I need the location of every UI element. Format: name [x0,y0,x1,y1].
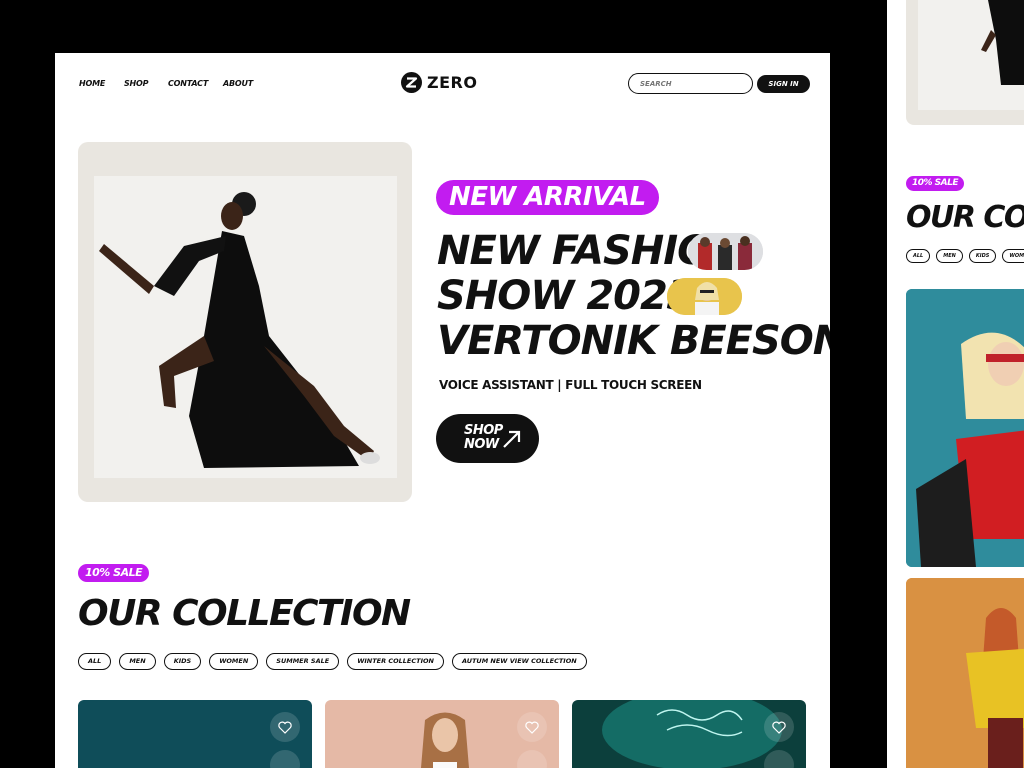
logo-text: ZERO [427,73,478,92]
nav-shop-link[interactable]: SHOP [124,79,149,88]
filter-chip-autum-collection[interactable]: AUTUM NEW VIEW COLLECTION [451,653,587,670]
side-collection-title: OUR COLL [906,200,1024,235]
hero-pill-photo-group [688,233,763,270]
side-preview-page: 10% SALE OUR COLL ALL MEN KIDS WOME [887,0,1024,768]
filter-chip-winter-collection[interactable]: WINTER COLLECTION [347,653,444,670]
filter-chip-men[interactable]: MEN [119,653,156,670]
bag-icon[interactable] [270,750,300,768]
side-filter-chip-all[interactable]: ALL [906,249,931,263]
product-card[interactable] [572,700,806,768]
filter-chip-kids[interactable]: KIDS [163,653,202,670]
nav-about-link[interactable]: ABOUT [223,79,253,88]
heart-icon[interactable] [270,712,300,742]
filter-chip-women[interactable]: WOMEN [209,653,259,670]
product-card[interactable] [78,700,312,768]
nav-contact-link[interactable]: CONTACT [168,79,208,88]
new-arrival-badge: NEW ARRIVAL [436,180,659,215]
side-sale-badge: 10% SALE [906,176,965,191]
heart-icon[interactable] [517,712,547,742]
collection-title: OUR COLLECTION [78,593,411,634]
shop-now-label: SHOP NOW [464,423,503,452]
side-filter-chip-kids[interactable]: KIDS [968,249,997,263]
search-input[interactable] [628,73,753,94]
hero-headline-line-3: VERTONIK BEESON. [437,318,830,364]
side-product-photo[interactable] [906,578,1024,768]
hero-photo [94,176,397,478]
filter-chip-summer-sale[interactable]: SUMMER SALE [266,653,340,670]
nav-home-link[interactable]: HOME [79,79,105,88]
logo-mark-icon [401,72,422,93]
side-hero-photo [906,0,1024,125]
hero-image-card [78,142,412,502]
hero-pill-photo-portrait [667,278,742,315]
sign-in-button[interactable]: SIGN IN [757,75,810,93]
heart-icon[interactable] [764,712,794,742]
shop-now-button[interactable]: SHOP NOW [436,414,539,463]
hero-headline-line-2: SHOW 2023 [437,273,695,319]
product-card[interactable] [325,700,559,768]
hero-subtitle: VOICE ASSISTANT | FULL TOUCH SCREEN [439,378,702,392]
sale-badge: 10% SALE [78,564,150,582]
filter-chip-all[interactable]: ALL [78,653,112,670]
side-collection-filters: ALL MEN KIDS WOME [906,249,1024,263]
collection-filters: ALL MEN KIDS WOMEN SUMMER SALE WINTER CO… [78,653,587,670]
logo[interactable]: ZERO [401,72,477,93]
side-product-photo[interactable] [906,289,1024,567]
main-page: HOME SHOP CONTACT ABOUT ZERO SIGN IN NEW… [55,53,830,768]
side-filter-chip-women[interactable]: WOME [1002,249,1024,263]
side-filter-chip-men[interactable]: MEN [936,249,963,263]
arrow-up-right-icon [502,429,522,453]
